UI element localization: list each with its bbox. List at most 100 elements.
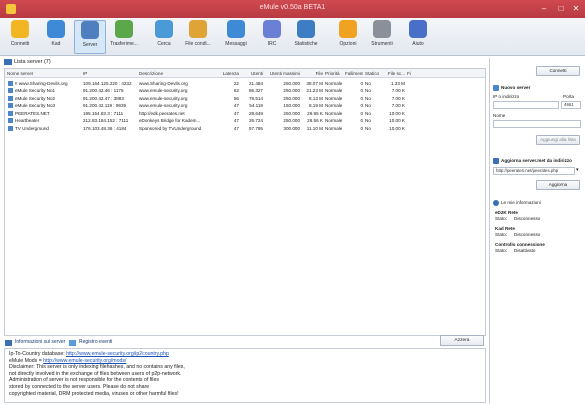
- toolbar-button-shared-files[interactable]: File condi...: [182, 20, 214, 54]
- table-cell: 250.000: [283, 88, 300, 93]
- kad-status-value: Disconnesso: [514, 232, 541, 237]
- column-header[interactable]: Utenti: [241, 71, 263, 76]
- help-icon: [409, 20, 427, 38]
- table-cell: 0: [360, 118, 363, 123]
- log-line-text: Ip-To-Country database:: [9, 351, 67, 357]
- log-line: Disclaimer: This server is only indexing…: [9, 364, 481, 371]
- toolbar-button-help[interactable]: Aiuto: [402, 20, 434, 54]
- url-dropdown-arrow-icon[interactable]: ▾: [576, 167, 579, 173]
- port-input[interactable]: 4661: [561, 101, 581, 109]
- toolbar-button-connect[interactable]: Connetti: [4, 20, 36, 54]
- add-to-list-button[interactable]: Aggiungi alla lista: [536, 135, 580, 145]
- column-header[interactable]: Nome server: [7, 71, 81, 76]
- table-cell: 212.83.184.152 : 7111: [83, 118, 129, 123]
- close-button[interactable]: ✕: [567, 2, 585, 15]
- ip-address-input[interactable]: [493, 101, 559, 109]
- server-table[interactable]: Nome server IP Descrizione Latenza Utenti Ute…: [4, 68, 486, 336]
- server-icon: [81, 21, 99, 39]
- main-toolbar: Connetti Kad Server Trasferime... Cerca File …: [0, 18, 585, 56]
- toolbar-button-label: Strumenti: [371, 41, 393, 47]
- tab-server-info[interactable]: Informazioni sul server: [4, 338, 66, 347]
- toolbar-button-label: Connetti: [10, 41, 30, 47]
- table-cell: 62: [233, 88, 239, 93]
- table-cell: 91.200.42.46 : 1176: [83, 88, 124, 93]
- column-header[interactable]: File: [302, 71, 323, 76]
- server-icon: [8, 103, 13, 108]
- table-cell: PEERATES.NET: [15, 110, 50, 116]
- table-cell: 250.000: [283, 118, 300, 123]
- new-server-icon: [493, 85, 499, 91]
- toolbar-button-search[interactable]: Cerca: [148, 20, 180, 54]
- table-cell: 47: [233, 110, 239, 116]
- table-cell: 78.514: [248, 95, 263, 101]
- server-icon: [8, 88, 13, 93]
- column-header[interactable]: Priorità: [325, 71, 343, 76]
- table-cell: eMule Security No1: [15, 88, 56, 93]
- toolbar-button-label: Statistiche: [294, 41, 318, 47]
- title-bar: eMule v0.50a BETA1 – □ ✕: [0, 0, 585, 18]
- update-button[interactable]: Aggiorna: [536, 180, 580, 190]
- toolbar-button-irc[interactable]: IRC: [256, 20, 288, 54]
- connect-server-button[interactable]: Connetti: [536, 66, 580, 76]
- log-line: Administration of server is not responsi…: [9, 377, 481, 384]
- table-cell: No: [365, 125, 371, 131]
- table-cell: 7.00 K: [391, 103, 405, 108]
- log-line-link[interactable]: http://www.emule-security.org/mods/: [43, 358, 126, 364]
- table-cell: Normale: [325, 95, 343, 101]
- table-cell: !! www.Sharing-Devils.org: [15, 80, 68, 86]
- toolbar-button-label: Opzioni: [339, 41, 357, 47]
- column-header[interactable]: Descrizione: [139, 71, 209, 76]
- connection-check-status-value: Disattivato: [514, 248, 536, 253]
- minimize-button[interactable]: –: [535, 2, 553, 15]
- log-line: copyrighted material, DRM protected medi…: [9, 391, 481, 398]
- table-cell: Normale: [325, 110, 343, 116]
- column-header[interactable]: IP: [83, 71, 137, 76]
- toolbar-button-server[interactable]: Server: [74, 20, 106, 54]
- column-header[interactable]: Fallimenti: [345, 71, 363, 76]
- table-cell: eMule Security No3: [15, 103, 56, 108]
- irc-icon: [263, 20, 281, 38]
- window-title: eMule v0.50a BETA1: [259, 4, 326, 11]
- server-icon: [8, 118, 13, 123]
- event-log-icon: [69, 339, 76, 346]
- table-cell: 86.327: [248, 88, 263, 93]
- tab-event-log[interactable]: Registro eventi: [68, 338, 128, 347]
- table-cell: 0: [360, 125, 363, 131]
- column-header[interactable]: Statico: [365, 71, 381, 76]
- kad-icon: [47, 20, 65, 38]
- log-line-text: Disclaimer: This server is only indexing…: [9, 364, 185, 371]
- ed2k-network-title: eD2K Rete: [495, 210, 518, 215]
- connect-icon: [11, 20, 29, 38]
- toolbar-button-tools[interactable]: Strumenti: [366, 20, 398, 54]
- update-met-url-input[interactable]: http://peerates.net/peerates.php: [493, 167, 575, 175]
- table-cell: 176.103.48.36 : 4184: [83, 125, 127, 131]
- table-cell: www.emule-security.org: [139, 95, 188, 101]
- toolbar-button-messages[interactable]: Messaggi: [220, 20, 252, 54]
- toolbar-button-options[interactable]: Opzioni: [332, 20, 364, 54]
- table-cell: Sponsored by TVUnderground: [139, 125, 202, 131]
- column-header[interactable]: Utenti massimi: [265, 71, 300, 76]
- table-cell: http://edk.peerates.net: [139, 110, 185, 116]
- update-met-title: Aggiorna server.met da indirizzo: [501, 158, 572, 163]
- table-cell: 10.00 K: [389, 110, 405, 116]
- table-row[interactable]: TV Underground 176.103.48.36 : 4184 Sponso…: [5, 124, 485, 132]
- reset-button[interactable]: Azzera: [440, 335, 484, 346]
- table-cell: Normale: [325, 125, 343, 131]
- table-cell: 57.795: [248, 125, 263, 131]
- table-cell: 8.19 M: [308, 103, 323, 108]
- column-header[interactable]: Fi: [407, 71, 427, 76]
- table-cell: Normale: [325, 103, 343, 108]
- server-name-input[interactable]: [493, 120, 581, 128]
- server-list-header: Lista server (7): [4, 58, 486, 67]
- table-cell: 26.95 K: [307, 110, 323, 116]
- toolbar-button-statistics[interactable]: Statistiche: [290, 20, 322, 54]
- column-header[interactable]: Latenza: [211, 71, 239, 76]
- toolbar-button-kad[interactable]: Kad: [40, 20, 72, 54]
- column-header[interactable]: File sc...: [383, 71, 405, 76]
- log-line-link[interactable]: http://www.emule-security.org/ip2country…: [66, 351, 169, 357]
- toolbar-button-transfer[interactable]: Trasferime...: [108, 20, 140, 54]
- table-cell: 11.10 M: [306, 125, 323, 131]
- table-cell: No: [365, 118, 371, 123]
- toolbar-button-label: Trasferime...: [110, 41, 138, 47]
- ip-address-label: IP o indirizzo: [493, 94, 520, 99]
